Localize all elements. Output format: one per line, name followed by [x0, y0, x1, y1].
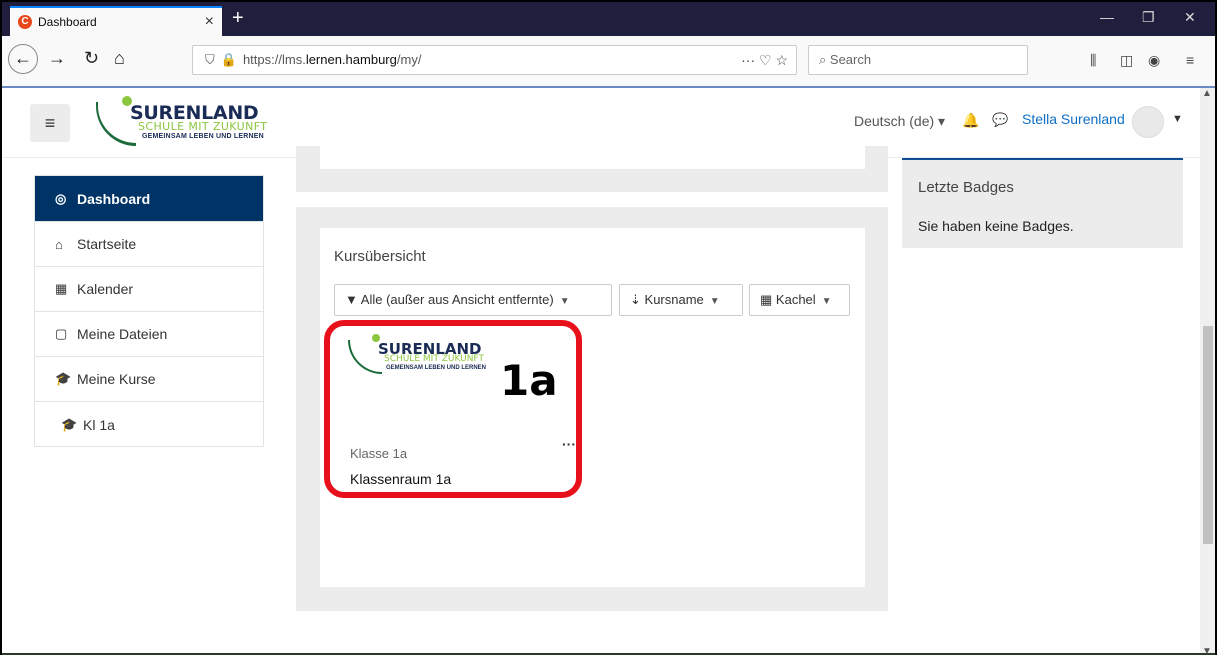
url-prefix: https://lms. — [242, 52, 306, 67]
course-actions-menu[interactable]: ··· — [562, 436, 576, 452]
sidebar-item-label: Meine Dateien — [77, 326, 168, 342]
sidebar-item-startseite[interactable]: ⌂ Startseite — [35, 222, 263, 267]
filter-label: Alle (außer aus Ansicht entfernte) — [360, 292, 554, 307]
logo-swoosh — [348, 340, 382, 374]
navigation-bar: ← → ↻ ⌂ ⛉ 🔒 https://lms.lernen.hamburg/my/… — [2, 36, 1215, 88]
scroll-up-icon[interactable]: ▲ — [1202, 88, 1212, 99]
sort-label: Kursname — [644, 292, 704, 307]
close-tab-icon[interactable]: × — [205, 13, 214, 31]
page-actions-icons[interactable]: ··· ♡ ☆ — [741, 46, 788, 74]
sidebar-item-meine-dateien[interactable]: ▢ Meine Dateien — [35, 312, 263, 357]
sidebar-toggle-icon[interactable]: ◫ — [1120, 52, 1133, 69]
course-category: Klasse 1a — [350, 446, 408, 461]
chevron-down-icon[interactable]: ▼ — [1172, 113, 1183, 125]
tab-dashboard[interactable]: C Dashboard × — [10, 6, 222, 36]
messages-icon[interactable]: 💬 — [992, 112, 1008, 128]
badges-block: Letzte Badges Sie haben keine Badges. — [902, 158, 1183, 248]
graduation-cap-icon: 🎓 — [61, 416, 78, 432]
view-dropdown[interactable]: ▦ Kachel ▼ — [749, 284, 850, 316]
home-icon: ⌂ — [55, 236, 63, 252]
forward-icon[interactable]: → — [48, 46, 66, 70]
site-logo[interactable]: SURENLAND SCHULE MIT ZUKUNFT GEMEINSAM L… — [94, 96, 284, 148]
block-card — [320, 146, 865, 169]
calendar-icon: ▦ — [55, 281, 68, 296]
search-input[interactable]: ⌕ Search — [808, 45, 1028, 75]
sort-icon: ⇣ — [630, 292, 641, 307]
notification-bell-icon[interactable]: 🔔 — [962, 112, 979, 129]
badges-empty-text: Sie haben keine Badges. — [918, 218, 1074, 234]
sort-dropdown[interactable]: ⇣ Kursname ▼ — [619, 284, 743, 316]
url-domain: lernen.hamburg — [305, 52, 397, 67]
user-menu-name[interactable]: Stella Surenland — [1022, 111, 1125, 127]
badges-title: Letzte Badges — [918, 179, 1014, 196]
avatar[interactable] — [1132, 106, 1164, 138]
restore-icon[interactable]: ❐ — [1142, 9, 1155, 26]
sidebar-item-label: Startseite — [77, 236, 137, 252]
tab-title: Dashboard — [38, 15, 97, 29]
card-logo-tagline: GEMEINSAM LEBEN UND LERNEN — [386, 365, 487, 371]
card-logo-subtitle: SCHULE MIT ZUKUNFT — [384, 354, 484, 364]
course-image[interactable]: SURENLAND SCHULE MIT ZUKUNFT GEMEINSAM L… — [348, 334, 508, 380]
back-icon[interactable]: ← — [8, 44, 38, 74]
logo-subtitle: SCHULE MIT ZUKUNFT — [138, 120, 268, 133]
browser-window: C Dashboard × + — ❐ ✕ ← → ↻ ⌂ ⛉ 🔒 https://… — [0, 0, 1217, 655]
minimize-icon[interactable]: — — [1100, 9, 1114, 25]
course-name-link[interactable]: Klassenraum 1a — [350, 471, 451, 487]
url-path: /my/ — [396, 52, 422, 67]
reload-icon[interactable]: ↻ — [84, 46, 99, 70]
file-icon: ▢ — [55, 326, 68, 341]
sidebar-item-label: Meine Kurse — [77, 371, 156, 387]
dashboard-icon: ◎ — [55, 190, 67, 206]
lock-icon[interactable]: 🔒 — [221, 52, 237, 67]
search-icon: ⌕ — [819, 52, 827, 67]
sidebar-item-kl-1a[interactable]: 🎓 Kl 1a — [35, 402, 263, 447]
account-icon[interactable]: ◉ — [1148, 52, 1160, 69]
filter-icon: ▼ — [345, 292, 358, 307]
chevron-down-icon: ▼ — [709, 296, 720, 307]
logo-tagline: GEMEINSAM LEBEN UND LERNEN — [142, 133, 264, 140]
filter-dropdown[interactable]: ▼ Alle (außer aus Ansicht entfernte) ▼ — [334, 284, 612, 316]
new-tab-button[interactable]: + — [232, 8, 244, 28]
search-placeholder: Search — [829, 52, 872, 67]
course-card[interactable]: SURENLAND SCHULE MIT ZUKUNFT GEMEINSAM L… — [324, 320, 582, 498]
sidebar-nav: ◎ Dashboard ⌂ Startseite ▦ Kalender ▢ Meine … — [34, 175, 264, 447]
grid-icon: ▦ — [760, 292, 773, 307]
sidebar-item-label: Kalender — [77, 281, 134, 297]
chevron-down-icon: ▼ — [559, 296, 570, 307]
sidebar-item-label: Kl 1a — [83, 416, 115, 433]
drawer-toggle-button[interactable]: ≡ — [30, 104, 70, 142]
sidebar-item-kalender[interactable]: ▦ Kalender — [35, 267, 263, 312]
tracking-shield-icon[interactable]: ⛉ — [205, 52, 215, 67]
sidebar-item-label: Dashboard — [77, 190, 151, 207]
url-bar[interactable]: ⛉ 🔒 https://lms.lernen.hamburg/my/ ··· ♡ ☆ — [192, 45, 797, 75]
tab-bar: C Dashboard × + — ❐ ✕ — [2, 2, 1215, 36]
scrollbar-thumb[interactable] — [1203, 326, 1213, 544]
window-close-icon[interactable]: ✕ — [1184, 9, 1196, 26]
graduation-cap-icon: 🎓 — [55, 371, 72, 386]
course-image-tag: 1a — [500, 356, 558, 405]
menu-icon[interactable]: ≡ — [1186, 52, 1194, 68]
course-overview-title: Kursübersicht — [334, 248, 426, 265]
sidebar-item-dashboard[interactable]: ◎ Dashboard — [35, 176, 263, 222]
language-selector[interactable]: Deutsch (de) ▾ — [854, 113, 945, 130]
sidebar-item-meine-kurse[interactable]: 🎓 Meine Kurse — [35, 357, 263, 402]
library-icon[interactable]: ⫼ — [1090, 52, 1096, 69]
page-content: ≡ SURENLAND SCHULE MIT ZUKUNFT GEMEINSAM… — [2, 88, 1200, 655]
chevron-down-icon: ▼ — [821, 296, 832, 307]
home-icon[interactable]: ⌂ — [114, 46, 125, 70]
favicon-icon: C — [18, 15, 32, 29]
block-region-top — [296, 146, 888, 192]
view-label: Kachel — [775, 292, 816, 307]
